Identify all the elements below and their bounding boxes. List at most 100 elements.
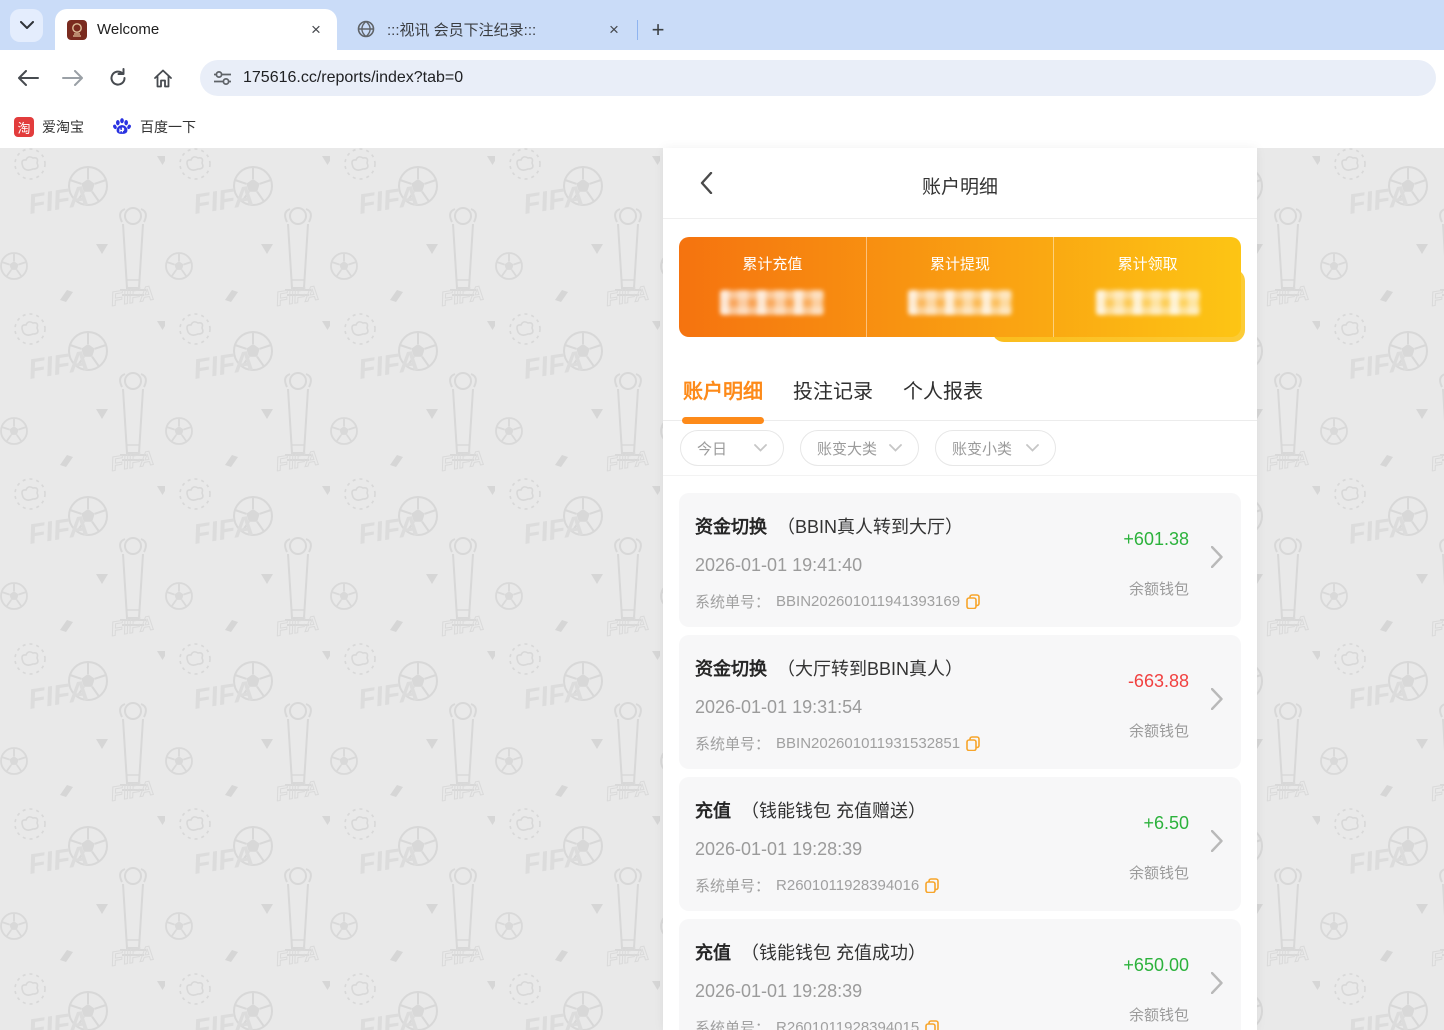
- transaction-detail: （钱能钱包 充值成功）: [741, 943, 926, 963]
- transaction-title: 充值 （钱能钱包 充值赠送）: [695, 797, 926, 823]
- transaction-title: 资金切换 （大厅转到BBIN真人）: [695, 655, 963, 681]
- forward-arrow-icon: [62, 70, 83, 86]
- chevron-down-icon: [19, 21, 34, 29]
- copy-icon[interactable]: [966, 736, 980, 751]
- chevron-down-icon: [889, 444, 902, 452]
- tab-search-button[interactable]: [10, 9, 43, 42]
- page-header: 账户明细: [663, 148, 1257, 219]
- filter-date-dropdown[interactable]: 今日: [680, 430, 784, 466]
- order-label: 系统单号：: [695, 878, 771, 895]
- summary-label: 累计充值: [742, 256, 803, 273]
- tab-strip-separator: [637, 20, 638, 40]
- summary-col-claimed: 累计领取: [1053, 237, 1241, 337]
- order-number: R2601011928394015: [776, 1019, 920, 1030]
- summary-card-main: 累计充值 累计提现 累计领取: [679, 237, 1241, 337]
- transaction-wallet: 余额钱包: [1128, 1007, 1189, 1024]
- tune-icon: [214, 71, 231, 85]
- chevron-down-icon: [1026, 444, 1039, 452]
- reload-button[interactable]: [101, 61, 135, 95]
- transaction-order: 系统单号： BBIN202601011941393169: [695, 591, 980, 612]
- chevron-right-icon[interactable]: [1211, 972, 1223, 994]
- new-tab-button[interactable]: +: [644, 16, 672, 44]
- transaction-amount: +601.38: [1123, 529, 1189, 549]
- copy-icon[interactable]: [925, 878, 940, 893]
- casino-site-favicon: [67, 19, 87, 40]
- transaction-row[interactable]: 资金切换 （BBIN真人转到大厅） 2026-01-01 19:41:40 系统单…: [679, 493, 1241, 627]
- transaction-time: 2026-01-01 19:31:54: [695, 697, 863, 717]
- transaction-title: 充值 （钱能钱包 充值成功）: [695, 939, 926, 965]
- home-button[interactable]: [146, 61, 180, 95]
- transaction-type: 充值: [695, 943, 731, 963]
- tab-title: :::视讯 会员下注纪录:::: [387, 22, 537, 39]
- summary-label: 累计领取: [1117, 256, 1178, 273]
- transaction-row[interactable]: 充值 （钱能钱包 充值赠送） 2026-01-01 19:28:39 系统单号： …: [679, 777, 1241, 911]
- order-number: R2601011928394016: [776, 877, 920, 894]
- transaction-detail: （钱能钱包 充值赠送）: [741, 801, 926, 821]
- transaction-row[interactable]: 充值 （钱能钱包 充值成功） 2026-01-01 19:28:39 系统单号： …: [679, 919, 1241, 1030]
- browser-window: Welcome × :::视讯 会员下注纪录::: × + 175616.cc/…: [0, 0, 1444, 1030]
- chevron-down-icon: [754, 444, 767, 452]
- url-bar[interactable]: 175616.cc/reports/index?tab=0: [200, 60, 1436, 96]
- transaction-list: 资金切换 （BBIN真人转到大厅） 2026-01-01 19:41:40 系统单…: [663, 476, 1257, 1030]
- tab-close-icon[interactable]: ×: [307, 20, 325, 39]
- transaction-wallet: 余额钱包: [1128, 723, 1189, 740]
- back-arrow-icon: [18, 70, 39, 86]
- browser-tab-welcome[interactable]: Welcome ×: [55, 9, 337, 50]
- tab-close-icon[interactable]: ×: [605, 20, 623, 39]
- copy-icon[interactable]: [925, 1020, 940, 1030]
- tab-account-detail[interactable]: 账户明细: [683, 375, 763, 408]
- transaction-amount: +650.00: [1123, 955, 1189, 975]
- order-number: BBIN202601011931532851: [776, 735, 961, 752]
- forward-button[interactable]: [56, 61, 90, 95]
- order-label: 系统单号：: [695, 736, 771, 753]
- transaction-row[interactable]: 资金切换 （大厅转到BBIN真人） 2026-01-01 19:31:54 系统单…: [679, 635, 1241, 769]
- transaction-title: 资金切换 （BBIN真人转到大厅）: [695, 513, 963, 539]
- summary-col-recharge: 累计充值: [679, 237, 866, 337]
- bookmark-label: 百度一下: [140, 119, 196, 135]
- transaction-order: 系统单号： R2601011928394015: [695, 1017, 940, 1030]
- transaction-time: 2026-01-01 19:28:39: [695, 981, 863, 1001]
- browser-tab-betting-records[interactable]: :::视讯 会员下注纪录::: ×: [345, 9, 635, 50]
- blurred-value: [908, 290, 1012, 315]
- bookmark-baidu[interactable]: 百度一下: [112, 116, 196, 139]
- filter-label: 账变大类: [817, 440, 878, 458]
- transaction-wallet: 余额钱包: [1128, 581, 1189, 598]
- filter-minor-category-dropdown[interactable]: 账变小类: [935, 430, 1056, 466]
- url-text[interactable]: 175616.cc/reports/index?tab=0: [243, 69, 463, 87]
- bookmarks-bar: 淘 爱淘宝 百度一下: [0, 106, 1444, 148]
- transaction-order: 系统单号： R2601011928394016: [695, 875, 940, 896]
- chevron-right-icon[interactable]: [1211, 546, 1223, 568]
- tab-title: Welcome: [97, 21, 160, 38]
- reload-icon: [110, 68, 126, 86]
- tab-personal-report[interactable]: 个人报表: [903, 375, 983, 408]
- order-label: 系统单号：: [695, 594, 771, 611]
- bookmark-aitaobao[interactable]: 淘 爱淘宝: [14, 117, 84, 137]
- tab-bet-records[interactable]: 投注记录: [793, 375, 873, 408]
- order-number: BBIN202601011941393169: [776, 593, 961, 610]
- taobao-icon: 淘: [14, 117, 34, 137]
- summary-label: 累计提现: [930, 256, 991, 273]
- filter-major-category-dropdown[interactable]: 账变大类: [800, 430, 919, 466]
- order-label: 系统单号：: [695, 1020, 771, 1030]
- transaction-type: 充值: [695, 801, 731, 821]
- page-background: FIFA FIFA: [0, 148, 1444, 1030]
- bookmark-label: 爱淘宝: [42, 119, 84, 135]
- account-detail-panel: 账户明细 累计充值 累计提现 累计领取 账户明细 投注记录 个人报表 今日 账变…: [663, 148, 1257, 1030]
- globe-icon: [357, 20, 377, 40]
- filter-label: 账变小类: [952, 440, 1013, 458]
- filter-row: 今日 账变大类 账变小类: [663, 421, 1257, 476]
- report-tabs: 账户明细 投注记录 个人报表: [663, 363, 1257, 421]
- back-button[interactable]: [11, 61, 45, 95]
- transaction-time: 2026-01-01 19:41:40: [695, 555, 863, 575]
- transaction-time: 2026-01-01 19:28:39: [695, 839, 863, 859]
- blurred-value: [720, 290, 825, 315]
- transaction-type: 资金切换: [695, 659, 767, 679]
- blurred-value: [1095, 290, 1200, 315]
- copy-icon[interactable]: [966, 594, 980, 609]
- filter-label: 今日: [697, 440, 728, 458]
- summary-section: 累计充值 累计提现 累计领取: [663, 219, 1257, 363]
- chevron-right-icon[interactable]: [1211, 688, 1223, 710]
- baidu-icon: [112, 116, 132, 139]
- chevron-right-icon[interactable]: [1211, 830, 1223, 852]
- browser-tab-strip: Welcome × :::视讯 会员下注纪录::: × +: [0, 0, 1444, 50]
